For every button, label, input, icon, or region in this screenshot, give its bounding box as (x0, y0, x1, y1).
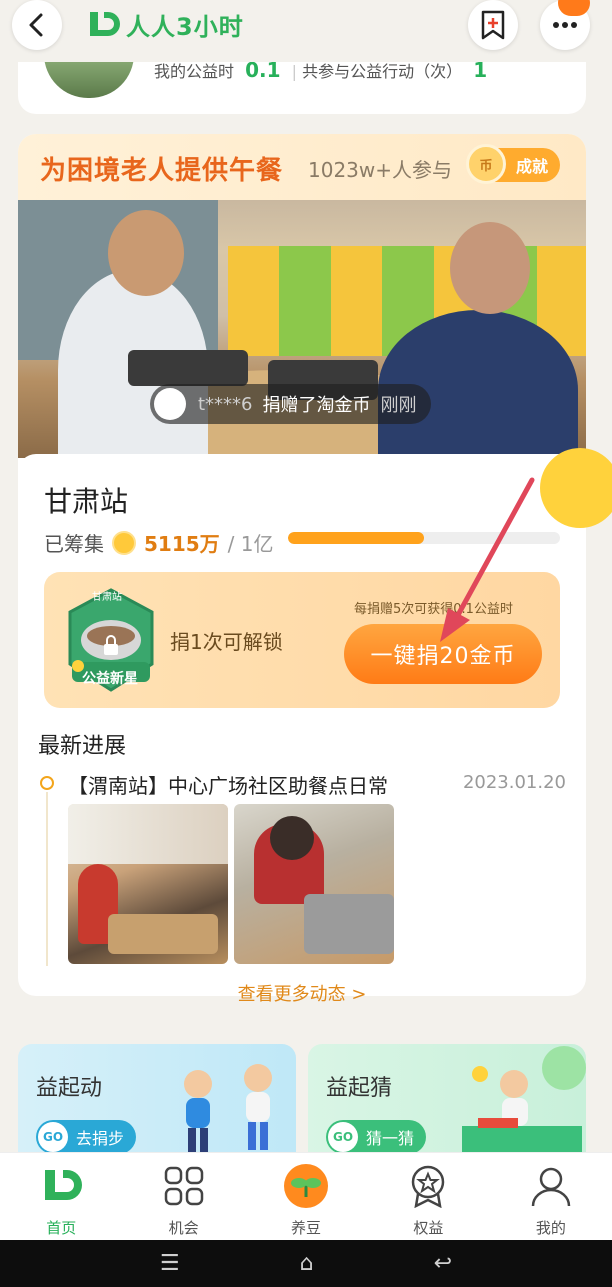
campaign-title: 为困境老人提供午餐 (40, 156, 284, 186)
student-illustration-icon (462, 1046, 586, 1164)
back-icon[interactable]: ↩ (434, 1251, 452, 1276)
station-panel: 甘肃站 已筹集 5115万 / 1亿 甘肃站 公益新星 捐1次可解锁 每捐赠5次… (18, 454, 586, 728)
divider: | (291, 62, 298, 81)
news-photo[interactable] (68, 804, 228, 964)
donation-ticker: ☺ t****6 捐赠了淘金币 刚刚 (150, 384, 431, 424)
raised-amount: 5115万 (144, 532, 220, 556)
ticker-action: 捐赠了淘金币 (262, 395, 371, 416)
news-item-date: 2023.01.20 (462, 772, 566, 793)
feature-card-guess[interactable]: 益起猜 GO 猜一猜 (308, 1044, 586, 1164)
app-logo: 人人3小时 (84, 6, 244, 42)
top-bar: 人人3小时 (0, 0, 612, 62)
logo-text: 人人3小时 (126, 12, 244, 41)
unlock-text: 捐1次可解锁 (170, 630, 283, 654)
feature-title: 益起猜 (326, 1076, 393, 1101)
tab-label: 养豆 (291, 1219, 322, 1237)
badge-top-label: 甘肃站 (92, 592, 122, 603)
raised-goal: / 1亿 (227, 532, 274, 556)
latest-progress-card: 最新进展 【渭南站】中心广场社区助餐点日常 2023.01.20 查看更多动态 … (18, 710, 586, 1005)
donate-coins-button[interactable]: 一键捐20金币 (344, 624, 542, 684)
news-photo[interactable] (234, 804, 394, 964)
ticker-user: t****6 (198, 393, 253, 415)
home-button-icon[interactable]: ⌂ (300, 1251, 314, 1276)
timeline-line (46, 792, 48, 966)
bookmark-add-icon (481, 10, 505, 40)
woman-head (450, 222, 530, 314)
coin-glyph: 币 (479, 158, 493, 174)
user-icon (528, 1163, 574, 1209)
home-icon (38, 1163, 84, 1209)
go-steps-button[interactable]: GO 去捐步 (36, 1120, 137, 1154)
feature-title: 益起动 (36, 1076, 103, 1101)
achievement-label: 成就 (515, 157, 548, 176)
go-guess-button[interactable]: GO 猜一猜 (326, 1120, 427, 1154)
medal-icon (405, 1163, 451, 1209)
go-icon: GO (38, 1122, 68, 1152)
feature-action: 去捐步 (76, 1129, 125, 1148)
ticker-time: 刚刚 (380, 395, 417, 416)
raised-info: 已筹集 5115万 / 1亿 (44, 528, 274, 557)
gold-coin-icon (112, 530, 136, 555)
achievement-button[interactable]: 币 成就 (466, 144, 560, 184)
back-arrow-icon (29, 13, 43, 37)
add-bookmark-button[interactable] (468, 0, 518, 50)
tab-label: 我的 (535, 1219, 566, 1237)
section-title: 最新进展 (38, 734, 127, 759)
unlock-box: 甘肃站 公益新星 捐1次可解锁 每捐赠5次可获得0.1公益时 一键捐20金币 (44, 572, 560, 708)
timeline-dot (40, 776, 54, 790)
funding-progress-bar (288, 532, 560, 544)
funding-progress-fill (288, 532, 424, 544)
tab-home[interactable]: 首页 (0, 1153, 122, 1240)
man-head (108, 210, 184, 296)
tab-sprout[interactable]: 养豆 (245, 1153, 367, 1240)
grid-icon (161, 1163, 207, 1209)
tab-benefits[interactable]: 权益 (367, 1153, 489, 1240)
bottom-tab-bar: 首页 机会 养豆 权益 我的 (0, 1152, 612, 1240)
participants-count: 1023w+人参与 (308, 158, 453, 182)
reward-hint: 每捐赠5次可获得0.1公益时 (354, 602, 513, 617)
food-tray (128, 350, 248, 386)
logo-icon (90, 12, 120, 36)
news-item-title[interactable]: 【渭南站】中心广场社区助餐点日常 (68, 770, 388, 799)
station-name: 甘肃站 (44, 485, 129, 518)
badge-bottom-label: 公益新星 (82, 671, 138, 687)
tab-label: 机会 (168, 1219, 199, 1237)
tab-profile[interactable]: 我的 (490, 1153, 612, 1240)
tab-opportunities[interactable]: 机会 (122, 1153, 244, 1240)
campaign-header: 为困境老人提供午餐 1023w+人参与 币 成就 (18, 134, 586, 200)
tab-label: 首页 (46, 1219, 77, 1237)
system-nav-bar: ☰ ⌂ ↩ (0, 1240, 612, 1287)
coin-icon: 币 (466, 144, 506, 184)
hours-label: 我的公益时 (154, 62, 235, 81)
actions-label: 共参与公益行动（次） (302, 62, 463, 81)
view-more-link[interactable]: 查看更多动态 > (18, 980, 586, 1006)
raised-label: 已筹集 (44, 532, 104, 556)
mascot-icon[interactable] (540, 448, 612, 528)
feature-card-steps[interactable]: 益起动 GO 去捐步 (18, 1044, 296, 1164)
campaign-card[interactable]: 为困境老人提供午餐 1023w+人参与 币 成就 ☺ t****6 捐赠了淘金币… (18, 134, 586, 728)
runner-illustration-icon (184, 1064, 272, 1154)
tab-label: 权益 (413, 1219, 444, 1237)
go-icon: GO (328, 1122, 358, 1152)
user-avatar-icon: ☺ (154, 388, 186, 420)
feature-action: 猜一猜 (366, 1129, 415, 1148)
back-button[interactable] (12, 0, 62, 50)
sprout-icon (283, 1163, 329, 1209)
more-dots-icon (553, 22, 577, 28)
menu-icon[interactable]: ☰ (160, 1251, 180, 1276)
